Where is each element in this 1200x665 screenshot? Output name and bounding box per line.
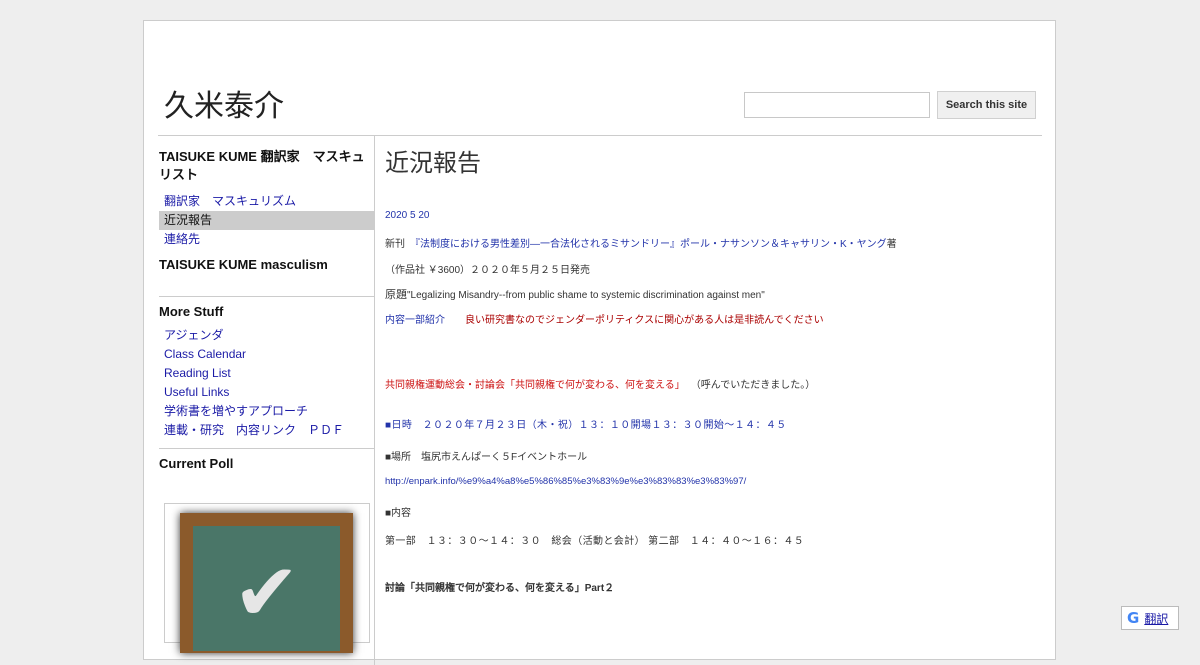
google-g-icon: G (1127, 609, 1140, 627)
post-date: 2020 5 20 (385, 210, 430, 221)
site-title[interactable]: 久米泰介 (164, 81, 284, 125)
event-place: ■場所 塩尻市えんぱーく５Fイベントホール (385, 452, 588, 463)
chalkboard-frame: ✔ (180, 513, 353, 653)
more-item-approach[interactable]: 学術書を増やすアプローチ (159, 402, 374, 421)
column-divider (374, 135, 375, 665)
search-button[interactable]: Search this site (937, 91, 1036, 119)
event-url-link[interactable]: http://enpark.info/%e9%a4%a8%e5%86%85%e3… (385, 476, 746, 487)
event-title: 共同親権運動総会・討論会「共同親権で何が変わる、何を変える」 (385, 380, 685, 391)
sidebar-heading-masculism: TAISUKE KUME masculism (159, 257, 328, 272)
original-title-prefix: 原題 (385, 289, 407, 301)
sidebar-item-translator[interactable]: 翻訳家 マスキュリズム (159, 192, 374, 211)
event-schedule: 第一部 １３：３０～１４：３０ 総会（活動と会計） 第二部 １４：４０～１６：４… (385, 536, 805, 547)
discussion-title: 討論「共同親権で何が変わる、何を変える」Part２ (385, 583, 615, 594)
sidebar-heading-poll: Current Poll (159, 456, 234, 471)
event-date: ■日時 ２０２０年７月２３日（木・祝）１３：１０開場１３：３０開始～１４：４５ (385, 420, 787, 431)
sidebar-item-contact[interactable]: 連絡先 (159, 230, 374, 249)
more-item-useful-links[interactable]: Useful Links (159, 383, 374, 402)
sidebar-heading-more: More Stuff (159, 304, 224, 319)
new-book-suffix: 著 (886, 239, 897, 250)
event-note: （呼んでいただきました。） (690, 380, 816, 391)
original-title-line: 原題"Legalizing Misandry--from public sham… (385, 286, 765, 302)
excerpt-note: 良い研究書なのでジェンダーポリティクスに関心がある人は是非読んでください (465, 315, 824, 326)
more-item-series-pdf[interactable]: 連載・研究 内容リンク ＰＤＦ (159, 421, 374, 440)
more-item-class-calendar[interactable]: Class Calendar (159, 345, 374, 364)
publisher-line: （作品社 ￥3600）２０２０年５月２５日発売 (385, 265, 591, 276)
excerpt-link[interactable]: 内容一部紹介 (385, 315, 445, 326)
event-content-label: ■内容 (385, 508, 412, 519)
page-title: 近況報告 (385, 150, 481, 177)
event-title-line: 共同親権運動総会・討論会「共同親権で何が変わる、何を変える」 （呼んでいただきまし… (385, 376, 815, 391)
chalkboard: ✔ (193, 526, 340, 651)
translate-button[interactable]: G 翻訳 (1121, 606, 1179, 630)
original-title: "Legalizing Misandry--from public shame … (407, 290, 765, 301)
search-input[interactable] (744, 92, 930, 118)
sidebar-heading-main: TAISUKE KUME 翻訳家 マスキュリスト (159, 149, 365, 182)
new-book-prefix: 新刊 (385, 239, 415, 250)
more-item-agenda[interactable]: アジェンダ (159, 326, 374, 345)
sidebar: TAISUKE KUME 翻訳家 マスキュリスト 翻訳家 マスキュリズム 近況報… (159, 135, 374, 653)
sidebar-item-news[interactable]: 近況報告 (159, 211, 374, 230)
poll-widget[interactable]: ✔ (164, 503, 370, 653)
translate-label[interactable]: 翻訳 (1144, 610, 1168, 627)
more-item-reading-list[interactable]: Reading List (159, 364, 374, 383)
page-container: 久米泰介 Search this site TAISUKE KUME 翻訳家 マ… (143, 20, 1056, 665)
new-book-line: 新刊 『法制度における男性差別―一合法化されるミサンドリー』ポール・ナサンソン＆… (385, 235, 897, 250)
excerpt-line: 内容一部紹介 良い研究書なのでジェンダーポリティクスに関心がある人は是非読んでくだ… (385, 311, 824, 326)
checkmark-icon: ✔ (233, 546, 301, 639)
new-book-link[interactable]: 『法制度における男性差別―一合法化されるミサンドリー』ポール・ナサンソン＆キャサ… (415, 239, 887, 250)
